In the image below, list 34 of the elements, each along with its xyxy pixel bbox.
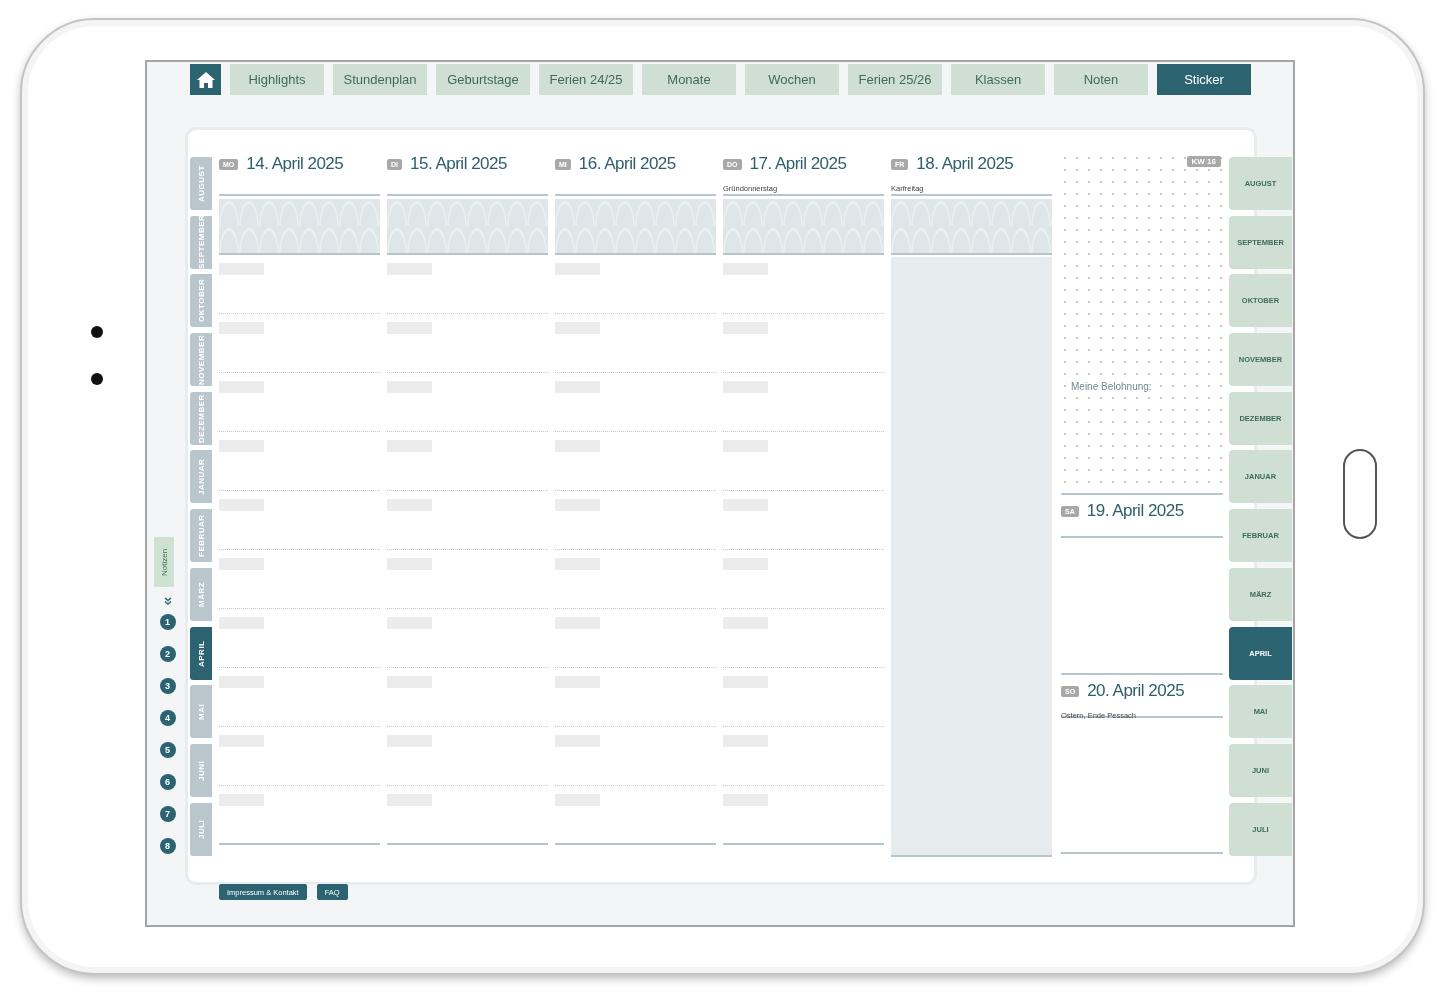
nav-tab[interactable]: Klassen: [951, 64, 1045, 95]
nav-tab[interactable]: Wochen: [745, 64, 839, 95]
page-number-button[interactable]: 6: [159, 774, 176, 790]
home-hardware-button[interactable]: [1343, 449, 1377, 539]
week-number-badge: KW 16: [1186, 156, 1221, 167]
page-number-button[interactable]: 3: [159, 678, 176, 694]
month-tab[interactable]: APRIL: [190, 626, 212, 680]
home-icon: [195, 70, 216, 89]
home-button[interactable]: [190, 64, 221, 95]
day-date: 17. April 2025: [749, 154, 847, 174]
day-date: 18. April 2025: [916, 154, 1014, 174]
page-number-button[interactable]: 1: [159, 614, 176, 630]
nav-tab[interactable]: Highlights: [230, 64, 324, 95]
double-chevron-icon[interactable]: [163, 597, 172, 605]
nav-tab[interactable]: Sticker: [1157, 64, 1251, 95]
day-date: 19. April 2025: [1086, 501, 1184, 521]
page-number-button[interactable]: 2: [159, 646, 176, 662]
nav-tab[interactable]: Stundenplan: [333, 64, 427, 95]
nav-tab[interactable]: Geburtstage: [436, 64, 530, 95]
page-number-button[interactable]: 5: [159, 742, 176, 758]
nav-tab[interactable]: Monate: [642, 64, 736, 95]
day-date: 20. April 2025: [1087, 681, 1185, 701]
page-number-button[interactable]: 8: [159, 838, 176, 854]
nav-tab[interactable]: Ferien 24/25: [539, 64, 633, 95]
day-date: 16. April 2025: [578, 154, 676, 174]
notes-tab[interactable]: Notizen: [153, 537, 174, 587]
day-date: 14. April 2025: [246, 154, 344, 174]
nav-tab[interactable]: Noten: [1054, 64, 1148, 95]
page-number-button[interactable]: 7: [159, 806, 176, 822]
page-number-button[interactable]: 4: [159, 710, 176, 726]
camera-icon: [91, 326, 103, 338]
reward-label: Meine Belohnung:: [1069, 381, 1154, 392]
day-date: 15. April 2025: [410, 154, 507, 174]
nav-tab[interactable]: Ferien 25/26: [848, 64, 942, 95]
